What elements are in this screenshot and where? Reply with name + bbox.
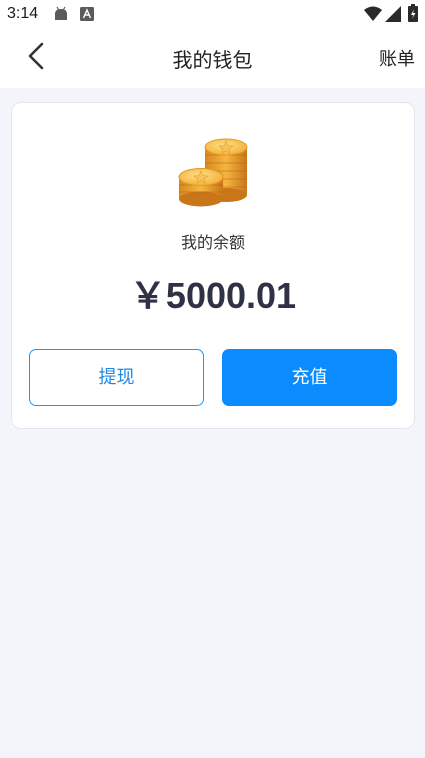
battery-icon [408,4,418,22]
android-icon [55,6,67,20]
page-title: 我的钱包 [172,48,253,72]
balance-amount: ￥5000.01 [129,275,297,316]
wifi-icon [364,6,382,21]
wallet-card: 我的余额 ￥5000.01 提现 充值 [11,102,415,429]
wallet-screen: 3:14 我的钱包 账单 我的余额 ￥5000.01 提现 充值 [0,0,425,758]
signal-icon [385,6,401,22]
status-bar: 3:14 [0,0,425,30]
bill-button[interactable]: 账单 [379,45,415,71]
a-notification-icon [80,7,94,21]
recharge-button[interactable]: 充值 [222,349,397,406]
status-time: 3:14 [7,5,39,22]
coin-stack-icon [178,138,248,207]
balance-label: 我的余额 [180,233,245,252]
nav-bar: 我的钱包 账单 [0,30,425,88]
withdraw-button[interactable]: 提现 [29,349,204,406]
